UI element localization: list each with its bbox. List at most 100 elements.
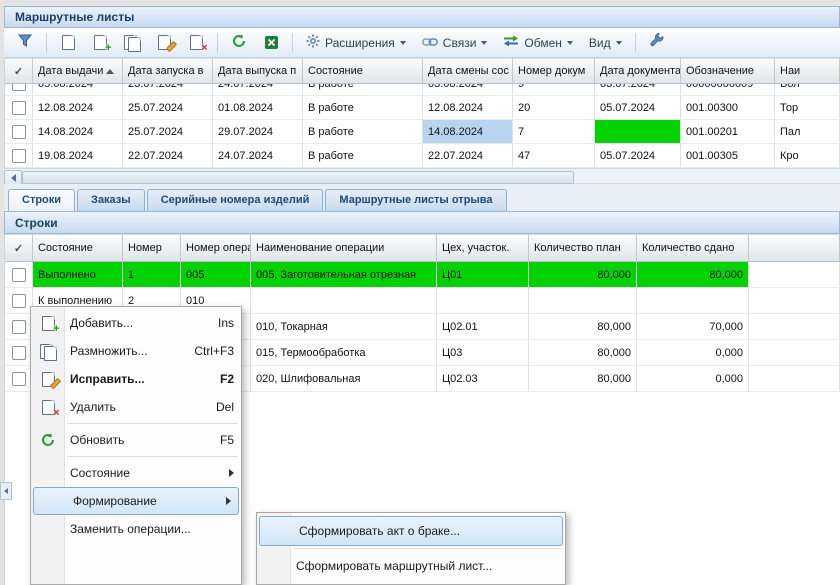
grid-cell[interactable]: 22.07.2024	[423, 144, 513, 168]
grid-cell[interactable]: Ц02.03	[437, 366, 529, 392]
grid-cell[interactable]: 12.08.2024	[423, 96, 513, 120]
menu-item-add[interactable]: Добавить... Ins	[31, 309, 241, 337]
column-header[interactable]: Наи	[775, 58, 840, 84]
tab-serial-numbers[interactable]: Серийные номера изделий	[147, 189, 324, 211]
grid-cell[interactable]: 05.07.2024	[595, 96, 681, 120]
grid-cell[interactable]: 80,000	[529, 366, 637, 392]
grid-cell[interactable]: Пал	[775, 120, 840, 144]
column-header[interactable]: Состояние	[303, 58, 423, 84]
column-header[interactable]: Дата документа	[595, 58, 681, 84]
column-header[interactable]: Состояние	[33, 234, 123, 262]
menu-item-replace-operations[interactable]: Заменить операции...	[31, 515, 241, 543]
extensions-dropdown[interactable]: Расширения	[299, 31, 413, 55]
add-document-button[interactable]	[85, 31, 115, 55]
scrollbar-thumb[interactable]	[22, 171, 574, 184]
column-header[interactable]: Дата выпуска п	[213, 58, 303, 84]
collapse-panel-button[interactable]	[0, 482, 12, 500]
column-header[interactable]: Номер	[123, 234, 181, 262]
exchange-dropdown[interactable]: Обмен	[496, 31, 580, 55]
grid-cell[interactable]: 70,000	[637, 314, 749, 340]
grid-cell[interactable]: Кро	[775, 144, 840, 168]
grid-cell[interactable]: 00000000009	[681, 84, 775, 96]
grid-cell[interactable]: 0,000	[637, 340, 749, 366]
grid-cell[interactable]: 020, Шлифовальная	[251, 366, 437, 392]
grid-cell[interactable]: 010, Токарная	[251, 314, 437, 340]
refresh-button[interactable]	[224, 31, 254, 55]
delete-document-button[interactable]	[181, 31, 211, 55]
row-checkbox[interactable]	[12, 320, 26, 334]
column-header[interactable]: Наименование операции	[251, 234, 437, 262]
grid-cell[interactable]: 05.07.2024	[595, 144, 681, 168]
column-header-check[interactable]: ✓	[5, 234, 33, 262]
column-header[interactable]: Дата выдачи	[33, 58, 123, 84]
tab-zakazy[interactable]: Заказы	[77, 189, 145, 211]
grid-cell[interactable]: 0,000	[637, 366, 749, 392]
grid-cell[interactable]: В работе	[303, 96, 423, 120]
column-header-check[interactable]: ✓	[5, 58, 33, 84]
column-header[interactable]: Обозначение	[681, 58, 775, 84]
copy-document-button[interactable]	[117, 31, 147, 55]
view-dropdown[interactable]: Вид	[582, 31, 629, 55]
column-header[interactable]: Дата запуска в	[123, 58, 213, 84]
table-row-selected[interactable]: 14.08.2024 25.07.2024 29.07.2024 В работ…	[5, 120, 840, 144]
row-checkbox[interactable]	[12, 84, 26, 91]
column-header[interactable]: Номер опера	[181, 234, 251, 262]
row-checkbox[interactable]	[12, 125, 26, 139]
row-checkbox[interactable]	[12, 101, 26, 115]
grid-cell[interactable]: 005	[181, 262, 251, 288]
grid-cell[interactable]: 9	[513, 84, 595, 96]
row-checkbox[interactable]	[12, 294, 26, 308]
filter-button[interactable]	[10, 31, 40, 55]
submenu-item-route-sheet[interactable]: Сформировать маршрутный лист...	[257, 551, 565, 581]
tab-tear-off-sheets[interactable]: Маршрутные листы отрыва	[325, 189, 506, 211]
row-checkbox[interactable]	[12, 149, 26, 163]
grid-cell[interactable]: 19.08.2024	[33, 144, 123, 168]
grid-cell[interactable]: Вол	[775, 84, 840, 96]
grid-cell[interactable]: 001.00201	[681, 120, 775, 144]
grid-cell[interactable]: 80,000	[529, 262, 637, 288]
table-row[interactable]: 12.08.2024 25.07.2024 01.08.2024 В работ…	[5, 96, 840, 120]
grid-cell[interactable]	[5, 120, 33, 144]
grid-cell[interactable]: 12.08.2024	[33, 96, 123, 120]
grid-cell[interactable]: 23.07.2024	[123, 84, 213, 96]
menu-item-edit[interactable]: Исправить... F2	[31, 365, 241, 393]
grid-cell[interactable]: 03.07.2024	[595, 84, 681, 96]
column-header[interactable]: Номер докум	[513, 58, 595, 84]
tab-stroki[interactable]: Строки	[8, 189, 75, 211]
menu-item-generation[interactable]: Формирование	[33, 487, 239, 515]
grid-cell[interactable]: 47	[513, 144, 595, 168]
grid-cell[interactable]: 05.08.2024	[33, 84, 123, 96]
menu-item-state[interactable]: Состояние	[31, 459, 241, 487]
row-checkbox[interactable]	[12, 372, 26, 386]
grid-cell[interactable]	[5, 262, 33, 288]
grid-cell[interactable]: 25.07.2024	[123, 120, 213, 144]
grid-cell[interactable]	[251, 288, 437, 314]
grid-cell[interactable]: 20	[513, 96, 595, 120]
customize-button[interactable]	[642, 31, 672, 55]
grid-cell[interactable]	[5, 96, 33, 120]
row-checkbox[interactable]	[12, 268, 26, 282]
grid-cell[interactable]: 015, Термообработка	[251, 340, 437, 366]
grid-cell[interactable]: Ц02.01	[437, 314, 529, 340]
submenu-item-defect-act[interactable]: Сформировать акт о браке...	[259, 516, 563, 546]
grid-cell[interactable]: Ц03	[437, 340, 529, 366]
grid-cell[interactable]: 25.07.2024	[123, 96, 213, 120]
grid-cell[interactable]: Ц01	[437, 262, 529, 288]
excel-export-button[interactable]	[256, 31, 286, 55]
grid-cell[interactable]: 7	[513, 120, 595, 144]
scroll-left-button[interactable]	[4, 170, 22, 185]
grid-cell[interactable]: 24.07.2024	[213, 144, 303, 168]
edit-document-button[interactable]	[149, 31, 179, 55]
status-cell[interactable]: Выполнено	[33, 262, 123, 288]
grid-cell[interactable]	[5, 314, 33, 340]
grid-cell[interactable]: 80,000	[529, 314, 637, 340]
links-dropdown[interactable]: Связи	[415, 31, 495, 55]
column-header[interactable]: Количество план	[529, 234, 637, 262]
grid-cell[interactable]: 01.08.2024	[213, 96, 303, 120]
new-document-button[interactable]	[53, 31, 83, 55]
menu-item-duplicate[interactable]: Размножить... Ctrl+F3	[31, 337, 241, 365]
grid-cell[interactable]	[5, 366, 33, 392]
grid-cell[interactable]: 24.07.2024	[213, 84, 303, 96]
grid-cell[interactable]	[5, 288, 33, 314]
grid-cell[interactable]: 001.00305	[681, 144, 775, 168]
